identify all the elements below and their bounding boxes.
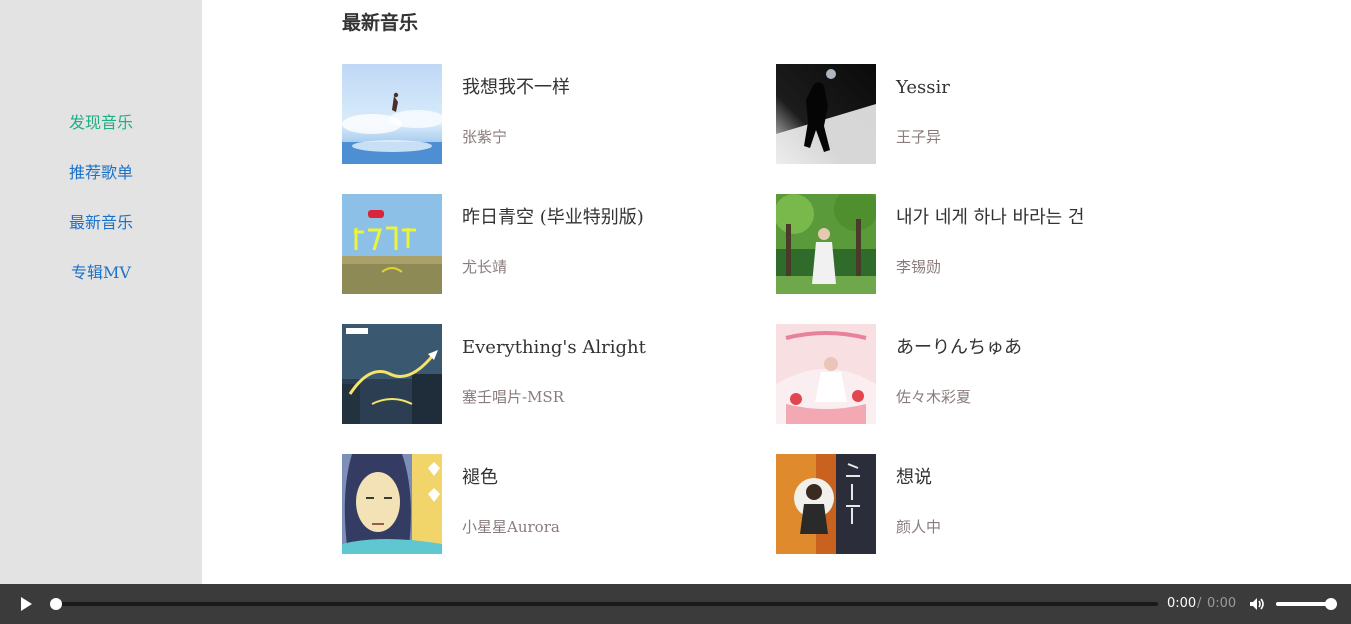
song-title[interactable]: Yessir xyxy=(896,76,950,100)
total-time: 0:00 xyxy=(1207,596,1237,611)
album-cover-pink-cake[interactable] xyxy=(776,324,876,424)
song-title[interactable]: あーりんちゅあ xyxy=(896,336,1022,360)
sidebar-item-album-mv[interactable]: 专辑MV xyxy=(0,263,202,283)
volume-slider[interactable] xyxy=(1276,602,1331,606)
progress-handle[interactable] xyxy=(50,598,62,610)
song-title[interactable]: 褪色 xyxy=(462,466,498,490)
play-icon[interactable] xyxy=(17,595,35,613)
album-cover-illustration[interactable] xyxy=(342,454,442,554)
album-cover-night-city[interactable] xyxy=(342,324,442,424)
sidebar-item-recommended-playlists[interactable]: 推荐歌单 xyxy=(0,163,202,183)
audio-player: 0:00 / 0:00 xyxy=(0,584,1351,624)
song-artist[interactable]: 佐々木彩夏 xyxy=(896,387,971,407)
volume-icon[interactable] xyxy=(1248,595,1266,613)
album-cover-sky-girl[interactable] xyxy=(342,64,442,164)
song-item[interactable]: Everything's Alright 塞壬唱片-MSR xyxy=(342,324,762,424)
album-cover-orange-portrait[interactable] xyxy=(776,454,876,554)
song-artist[interactable]: 李锡勋 xyxy=(896,257,941,277)
song-artist[interactable]: 小星星Aurora xyxy=(462,517,560,537)
song-title[interactable]: 想说 xyxy=(896,466,932,490)
section-title: 最新音乐 xyxy=(342,12,419,34)
song-artist[interactable]: 张紫宁 xyxy=(462,127,507,147)
song-item[interactable]: 想说 颜人中 xyxy=(776,454,1196,554)
song-title[interactable]: Everything's Alright xyxy=(462,336,646,360)
song-item[interactable]: 我想我不一样 张紫宁 xyxy=(342,64,762,164)
song-item[interactable]: Yessir 王子异 xyxy=(776,64,1196,164)
sidebar: 发现音乐 推荐歌单 最新音乐 专辑MV xyxy=(0,0,202,584)
volume-handle[interactable] xyxy=(1325,598,1337,610)
song-title[interactable]: 昨日青空 (毕业特别版) xyxy=(462,206,644,230)
song-item[interactable]: 昨日青空 (毕业特别版) 尤长靖 xyxy=(342,194,762,294)
album-cover-forest[interactable] xyxy=(776,194,876,294)
song-artist[interactable]: 尤长靖 xyxy=(462,257,507,277)
volume-level xyxy=(1276,602,1331,606)
album-cover-silhouette[interactable] xyxy=(776,64,876,164)
song-item[interactable]: 褪色 小星星Aurora xyxy=(342,454,762,554)
song-title[interactable]: 我想我不一样 xyxy=(462,76,570,100)
song-item[interactable]: あーりんちゅあ 佐々木彩夏 xyxy=(776,324,1196,424)
song-artist[interactable]: 塞壬唱片-MSR xyxy=(462,387,564,407)
sidebar-item-discover-music[interactable]: 发现音乐 xyxy=(0,113,202,133)
album-cover-field[interactable] xyxy=(342,194,442,294)
progress-bar[interactable] xyxy=(56,602,1158,606)
time-separator: / xyxy=(1197,596,1202,611)
sidebar-item-new-music[interactable]: 最新音乐 xyxy=(0,213,202,233)
song-item[interactable]: 내가 네게 하나 바라는 건 李锡勋 xyxy=(776,194,1196,294)
current-time: 0:00 xyxy=(1167,596,1197,611)
song-artist[interactable]: 颜人中 xyxy=(896,517,941,537)
song-artist[interactable]: 王子异 xyxy=(896,127,941,147)
song-title[interactable]: 내가 네게 하나 바라는 건 xyxy=(896,206,1085,230)
